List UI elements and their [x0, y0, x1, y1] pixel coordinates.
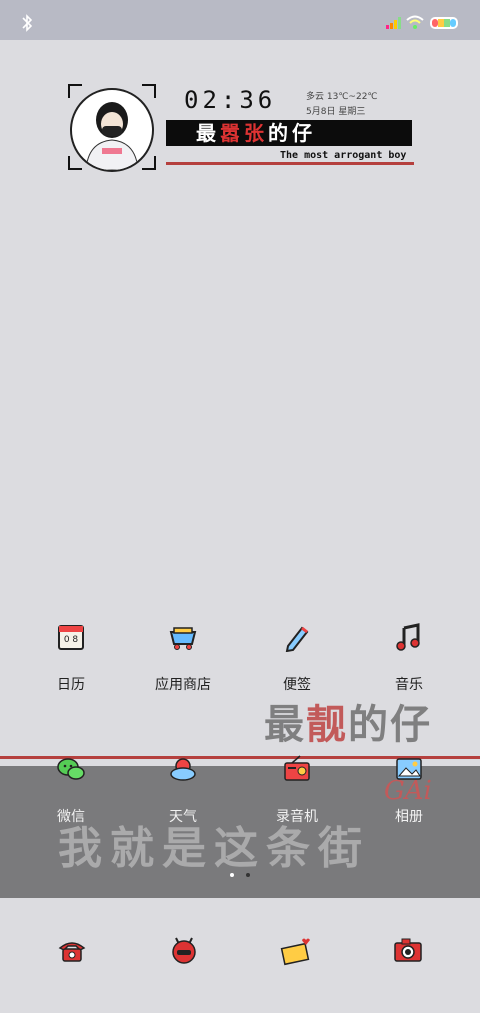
app-weather[interactable]: 天气	[128, 754, 238, 826]
battery-icon	[430, 17, 458, 29]
frame-corner	[142, 156, 156, 170]
weather-text: 多云 13℃~22℃	[306, 92, 378, 102]
app-label: 音乐	[395, 677, 423, 693]
page-dot	[246, 873, 250, 877]
avatar	[70, 88, 154, 172]
dock-camera[interactable]	[392, 934, 424, 966]
widget-subtitle: The most arrogant boy	[280, 150, 407, 161]
status-bar	[0, 0, 480, 40]
recorder-icon	[284, 755, 310, 781]
wallpaper-text-1c: 的仔	[348, 702, 432, 748]
frame-corner	[68, 84, 82, 98]
app-store-icon	[169, 627, 197, 650]
wechat-icon	[57, 758, 85, 780]
camera-icon	[394, 938, 422, 962]
app-label: 微信	[57, 809, 85, 825]
app-label: 相册	[395, 809, 423, 825]
messages-icon	[172, 937, 196, 964]
date-text: 5月8日 星期三	[306, 107, 366, 117]
frame-corner	[142, 84, 156, 98]
widget-underline	[166, 162, 414, 165]
page-indicator[interactable]	[228, 873, 254, 879]
signal-icon	[386, 17, 401, 29]
dock-messages[interactable]	[168, 934, 200, 966]
svg-text:0 8: 0 8	[64, 635, 79, 645]
dock-mail[interactable]	[280, 934, 312, 966]
wallpaper-text-1b: 靓	[306, 702, 348, 748]
app-label: 录音机	[276, 809, 318, 825]
clock-time: 02:36	[184, 86, 277, 114]
wifi-icon	[406, 15, 424, 29]
app-label: 便签	[283, 677, 311, 693]
app-label: 天气	[169, 809, 197, 825]
app-gallery[interactable]: 相册	[354, 754, 464, 826]
app-music[interactable]: 音乐	[354, 622, 464, 694]
app-store[interactable]: 应用商店	[128, 622, 238, 694]
calendar-icon: 0 8	[58, 625, 84, 650]
widget-title: 最嚣张的仔	[166, 120, 412, 146]
wallpaper-text-1: 最靓的仔	[264, 692, 432, 750]
title-part-1: 最	[196, 121, 220, 145]
mail-icon	[280, 938, 310, 966]
avatar-figure-icon	[85, 102, 139, 170]
app-recorder[interactable]: 录音机	[242, 754, 352, 826]
app-label: 日历	[57, 677, 85, 693]
wallpaper-text-1a: 最	[264, 702, 306, 748]
bluetooth-icon	[22, 14, 33, 32]
gallery-icon	[396, 758, 422, 780]
title-part-3: 的仔	[268, 121, 316, 145]
notes-icon	[285, 626, 309, 653]
weather-icon	[170, 758, 196, 781]
page-dot-active	[230, 873, 234, 877]
clock-widget[interactable]: 02:36 多云 13℃~22℃ 5月8日 星期三 最嚣张的仔 The most…	[66, 84, 416, 178]
dock-phone[interactable]	[56, 934, 88, 966]
app-wechat[interactable]: 微信	[16, 754, 126, 826]
app-notes[interactable]: 便签	[242, 622, 352, 694]
phone-icon	[58, 942, 86, 962]
app-calendar[interactable]: 0 8 日历	[16, 622, 126, 694]
app-label: 应用商店	[155, 677, 211, 693]
music-icon	[396, 623, 420, 651]
title-part-2: 嚣张	[220, 121, 268, 145]
